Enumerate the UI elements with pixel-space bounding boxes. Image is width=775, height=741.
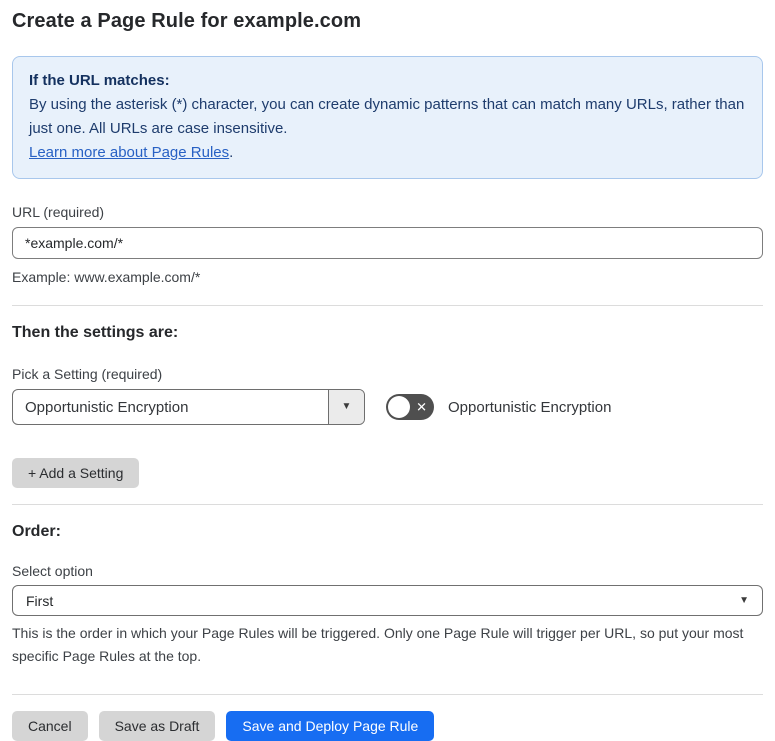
url-example-helper: Example: www.example.com/*: [12, 269, 201, 285]
toggle-knob: [388, 396, 410, 418]
order-select-label: Select option: [12, 563, 93, 579]
info-box-body: By using the asterisk (*) character, you…: [29, 96, 745, 137]
toggle-off-x-icon: ✕: [416, 399, 427, 415]
setting-dropdown-arrow-button[interactable]: ▼: [328, 390, 364, 424]
url-matches-info-box: If the URL matches: By using the asteris…: [12, 56, 763, 179]
page-title: Create a Page Rule for example.com: [12, 10, 362, 32]
divider: [12, 305, 763, 306]
divider: [12, 694, 763, 695]
save-and-deploy-button[interactable]: Save and Deploy Page Rule: [226, 711, 435, 741]
chevron-down-icon: ▼: [739, 594, 749, 606]
info-box-link-line: Learn more about Page Rules.: [29, 141, 746, 165]
setting-dropdown[interactable]: Opportunistic Encryption ▼: [12, 389, 365, 425]
setting-row: Opportunistic Encryption ▼ ✕ Opportunist…: [12, 389, 763, 425]
add-setting-button[interactable]: + Add a Setting: [12, 458, 140, 488]
order-select-value: First: [26, 592, 54, 609]
opportunistic-encryption-toggle[interactable]: ✕: [386, 394, 434, 420]
save-as-draft-button[interactable]: Save as Draft: [98, 711, 216, 741]
info-box-heading: If the URL matches:: [29, 72, 170, 89]
learn-more-link[interactable]: Learn more about Page Rules: [29, 144, 229, 161]
chevron-down-icon: ▼: [341, 401, 352, 412]
settings-section-heading: Then the settings are:: [12, 324, 179, 341]
order-helper-text: This is the order in which your Page Rul…: [12, 625, 744, 664]
url-field-label: URL (required): [12, 204, 105, 220]
cancel-button[interactable]: Cancel: [12, 711, 88, 741]
order-section-heading: Order:: [12, 523, 61, 540]
footer-button-row: Cancel Save as Draft Save and Deploy Pag…: [12, 711, 763, 741]
order-select[interactable]: First ▼: [12, 585, 763, 616]
setting-dropdown-value: Opportunistic Encryption: [25, 398, 189, 416]
url-input[interactable]: [12, 227, 763, 259]
divider: [12, 504, 763, 505]
pick-setting-label: Pick a Setting (required): [12, 366, 163, 382]
toggle-label: Opportunistic Encryption: [448, 398, 612, 416]
link-period: .: [229, 144, 234, 161]
